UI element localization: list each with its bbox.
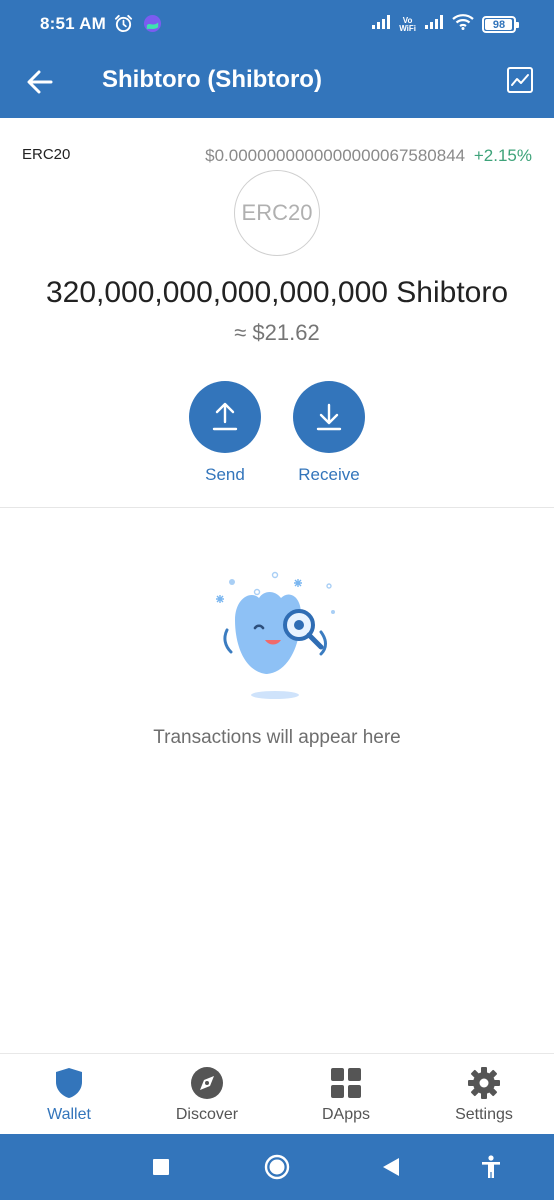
back-button[interactable] [22, 64, 58, 100]
shield-icon [56, 1068, 82, 1098]
square-icon [153, 1159, 169, 1175]
send-button[interactable]: Send [189, 381, 261, 485]
download-icon [316, 403, 342, 431]
signal-icon [371, 14, 391, 35]
gear-icon [468, 1067, 500, 1099]
fiat-balance: ≈ $21.62 [234, 320, 320, 345]
chart-icon [507, 67, 533, 93]
nav-label-settings: Settings [455, 1106, 513, 1123]
app-notification-icon [143, 14, 162, 38]
token-logo: ERC20 [234, 170, 320, 256]
receive-label: Receive [298, 465, 360, 484]
empty-transactions-illustration [216, 571, 335, 699]
system-nav-bar [0, 1134, 554, 1200]
nav-label-wallet: Wallet [47, 1106, 91, 1123]
vowifi-line2: WiFi [399, 23, 416, 33]
price-row: $0.0000000000000000067580844 +2.15% [205, 146, 532, 166]
network-label: ERC20 [22, 146, 71, 163]
back-system-button[interactable] [378, 1154, 404, 1180]
nav-item-dapps[interactable]: DApps [291, 1066, 401, 1124]
vowifi-icon: Vo WiFi [399, 16, 416, 33]
nav-label-discover: Discover [175, 1106, 239, 1123]
token-price: $0.0000000000000000067580844 [205, 146, 466, 165]
nav-item-discover[interactable]: Discover [152, 1066, 262, 1124]
accessibility-button[interactable] [478, 1154, 504, 1180]
battery-tip [516, 22, 519, 28]
upload-icon [212, 402, 238, 431]
recents-button[interactable] [148, 1154, 174, 1180]
price-chart-button[interactable] [506, 66, 534, 94]
token-balance: 320,000,000,000,000,000 Shibtoro [45, 276, 509, 309]
home-circle-icon [264, 1154, 290, 1180]
bottom-nav: Wallet Discover DApps Settings [0, 1053, 554, 1134]
status-bar: 8:51 AM Vo WiFi 98 [0, 0, 554, 48]
send-label: Send [205, 465, 245, 484]
token-header: ERC20 $0.0000000000000000067580844 +2.15… [0, 118, 554, 508]
wifi-icon [452, 14, 474, 35]
arrow-left-icon [27, 70, 53, 94]
triangle-back-icon [383, 1158, 399, 1176]
nav-label-dapps: DApps [321, 1106, 371, 1123]
alarm-icon [114, 14, 133, 38]
receive-button[interactable]: Receive [293, 381, 365, 485]
nav-item-settings[interactable]: Settings [429, 1066, 539, 1124]
receive-circle[interactable] [293, 381, 365, 453]
send-circle[interactable] [189, 381, 261, 453]
compass-icon [191, 1067, 223, 1099]
battery-text: 98 [492, 18, 506, 31]
empty-transactions-message: Transactions will appear here [153, 727, 401, 748]
signal-icon [424, 14, 444, 35]
page-title: Shibtoro (Shibtoro) [102, 66, 322, 93]
battery-icon: 98 [482, 16, 519, 33]
status-time: 8:51 AM [40, 14, 106, 33]
grid-icon [331, 1068, 361, 1098]
home-button[interactable] [264, 1154, 290, 1180]
accessibility-icon [482, 1155, 500, 1178]
app-bar: Shibtoro (Shibtoro) [0, 48, 554, 118]
token-logo-text: ERC20 [241, 200, 313, 225]
price-change: +2.15% [473, 146, 532, 165]
nav-item-wallet[interactable]: Wallet [14, 1066, 124, 1124]
